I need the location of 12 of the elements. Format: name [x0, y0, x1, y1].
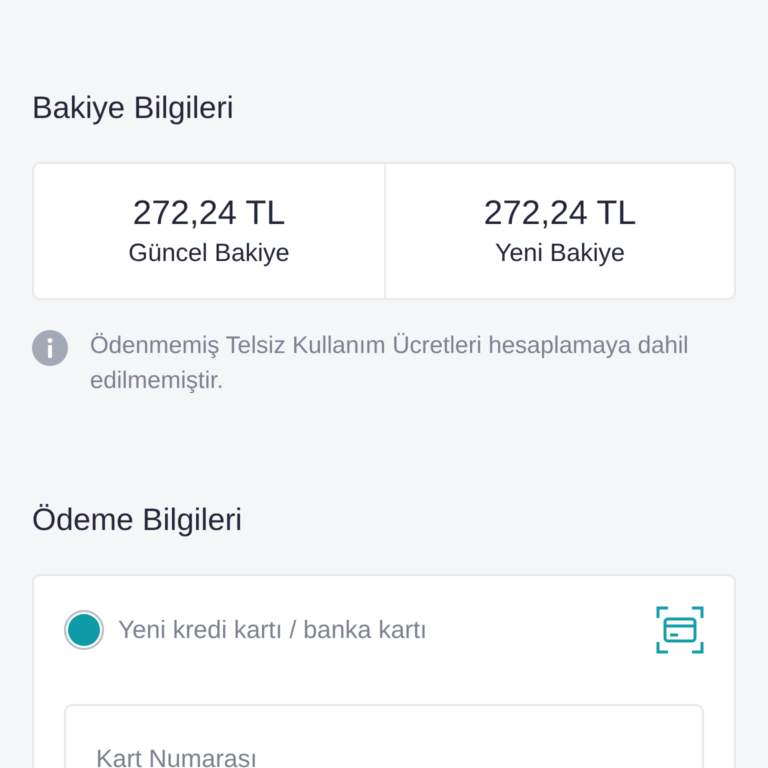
option-label[interactable]: Yeni kredi kartı / banka kartı: [118, 616, 642, 644]
card-number-field[interactable]: Kart Numarası: [64, 704, 704, 768]
balance-label: Güncel Bakiye: [128, 239, 290, 268]
section-title: Ödeme Bilgileri: [32, 501, 244, 539]
balance-amount: 272,24 TL: [484, 194, 636, 233]
balance-amount: 272,24 TL: [132, 194, 286, 233]
balance-label: Yeni Bakiye: [495, 239, 625, 268]
radio-button[interactable]: [64, 610, 104, 650]
card-scan-icon[interactable]: [656, 606, 704, 654]
info-icon: [32, 330, 68, 366]
section-title: Bakiye Bilgileri: [32, 89, 235, 127]
info-note: Ödenmemiş Telsiz Kullanım Ücretleri hesaplamaya dahil edilmemiştir.: [90, 331, 690, 396]
